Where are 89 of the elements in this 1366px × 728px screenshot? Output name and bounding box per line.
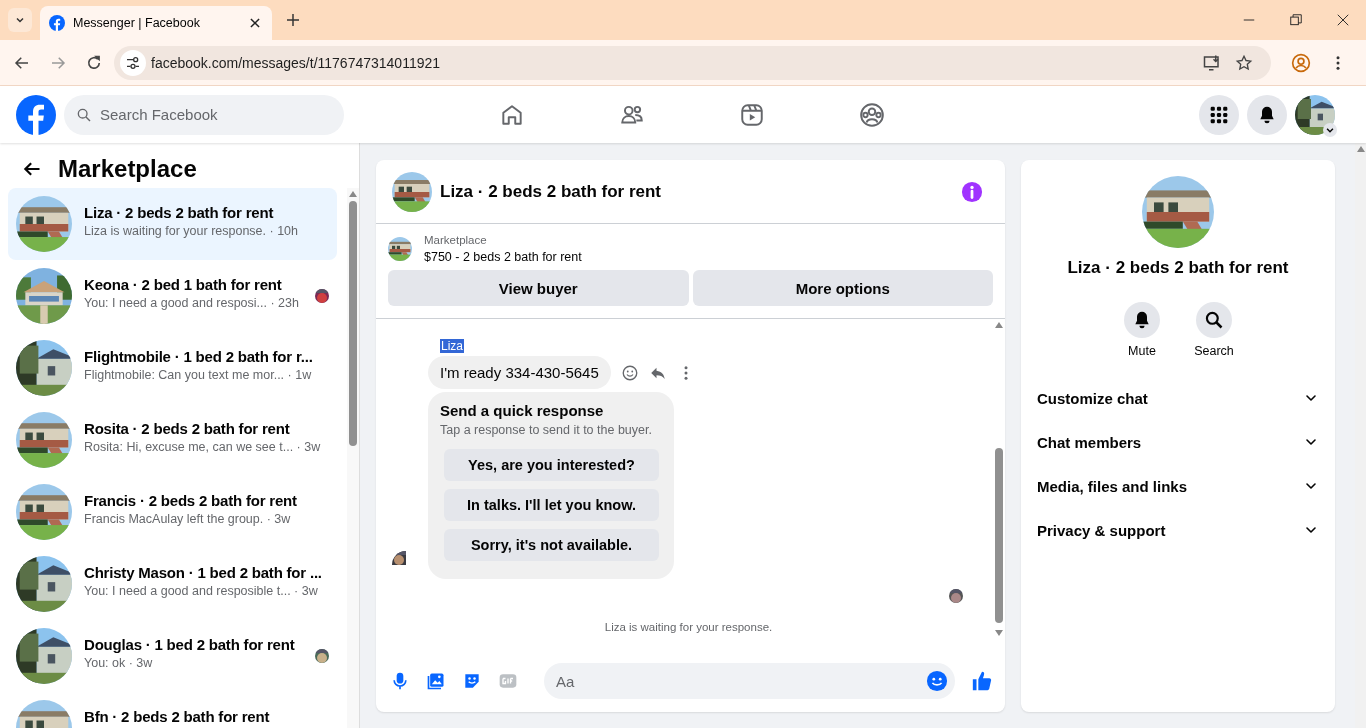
message-field[interactable]: Aa [544,663,955,699]
quick-reply-button[interactable]: In talks. I'll let you know. [444,489,659,521]
status-text: Liza is waiting for your response. [603,621,774,633]
conversation-item[interactable]: Flightmobile · 1 bed 2 bath for r... Flightmobile: Can you text me mor... · 1w [8,332,337,404]
message-bubble: I'm ready 334-430-5645 [428,356,611,389]
scroll-up-icon[interactable] [1356,146,1365,152]
conversation-preview: You: I need a good and resposible t... · 3w [84,584,319,598]
grid-icon [1209,104,1229,125]
scrollbar[interactable] [347,188,359,728]
photo-icon[interactable] [426,671,446,691]
conversation-preview: Flightmobile: Can you text me mor... · 1w [84,368,313,382]
listing-label: Marketplace [424,234,488,246]
close-icon[interactable] [248,16,262,30]
conversation-item[interactable]: Rosita · 2 beds 2 bath for rent Rosita: Hi, excuse me, can we see t... · 3w [8,404,337,476]
quick-reply-button[interactable]: Yes, are you interested? [444,449,659,481]
scroll-down-icon[interactable] [995,630,1003,636]
conversation-item[interactable]: Douglas · 1 bed 2 bath for rent You: ok · 3w [8,620,337,692]
quick-response-subtitle: Tap a response to send it to the buyer. [440,423,652,437]
thumbs-up-icon[interactable] [971,670,993,692]
address-bar[interactable]: facebook.com/messages/t/1176747314011921 [114,45,1271,80]
section-row[interactable]: Privacy & support [1037,508,1319,552]
quick-reply-button[interactable]: Sorry, it's not available. [444,529,659,561]
scroll-up-icon[interactable] [995,322,1003,328]
conversation-preview: You: I need a good and resposi... · 23h [84,296,300,310]
new-tab-icon[interactable] [285,12,301,28]
sliders-icon [125,54,141,71]
conversation-title: Liza · 2 beds 2 bath for rent [84,204,275,221]
conversation-item[interactable]: Keona · 2 bed 1 bath for rent You: I need a good and resposi... · 23h [8,260,337,332]
section-label: Chat members [1037,433,1142,451]
facebook-logo[interactable] [16,94,56,135]
scrollbar[interactable] [1355,143,1366,728]
action-button[interactable]: View buyer [388,270,689,306]
conversation-preview: You: ok · 3w [84,656,154,670]
menu-button[interactable] [1199,94,1239,135]
conversation-title: Francis · 2 beds 2 bath for rent [84,492,298,509]
sidebar-title: Marketplace [58,155,197,183]
search-field[interactable]: Search Facebook [64,94,344,135]
scroll-up-icon[interactable] [349,191,357,197]
caret-icon[interactable] [1323,122,1337,137]
notifications-button[interactable] [1247,94,1287,135]
conversation-preview: Liza is waiting for your response. · 10h [84,224,299,238]
search-icon [76,106,92,123]
conversation-item[interactable]: Bfn · 2 beds 2 bath for rent [8,692,337,728]
conversation-item[interactable]: Francis · 2 beds 2 bath for rent Francis MacAulay left the group. · 3w [8,476,337,548]
emoji-icon[interactable] [926,670,948,692]
details-title: Liza · 2 beds 2 bath for rent [1067,258,1289,278]
quick-response-title: Send a quick response [440,402,604,419]
section-label: Media, files and links [1037,477,1188,495]
microphone-icon[interactable] [390,671,410,691]
section-row[interactable]: Customize chat [1037,376,1319,420]
conversation-preview: Francis MacAulay left the group. · 3w [84,512,292,526]
conversation-title: Douglas · 1 bed 2 bath for rent [84,636,296,653]
sender-name: Liza [440,339,464,353]
conversation-title: Flightmobile · 1 bed 2 bath for r... [84,348,314,365]
close-icon[interactable] [1336,13,1350,27]
action-button[interactable]: More options [692,270,993,306]
profile-icon[interactable] [1291,52,1311,73]
conversation-title: Keona · 2 bed 1 bath for rent [84,276,283,293]
facebook-icon [49,15,65,31]
restore-icon[interactable] [1289,13,1303,27]
section-row[interactable]: Chat members [1037,420,1319,464]
conversation-item[interactable]: Christy Mason · 1 bed 2 bath for ... You: I need a good and resposible t... · 3w [8,548,337,620]
section-label: Customize chat [1037,389,1148,407]
conversation-title: Christy Mason · 1 bed 2 bath for ... [84,564,323,581]
action-label: Search [1194,344,1234,358]
conversation-title: Rosita · 2 beds 2 bath for rent [84,420,291,437]
video-icon[interactable] [739,101,765,128]
search-icon [1204,310,1224,330]
smiley-icon[interactable] [620,363,639,382]
scrollbar[interactable] [993,319,1005,656]
section-label: Privacy & support [1037,521,1166,539]
sticker-icon[interactable] [462,671,482,691]
groups-icon[interactable] [859,101,885,128]
url-text: facebook.com/messages/t/1176747314011921 [151,54,441,71]
info-icon[interactable] [961,180,983,203]
section-row[interactable]: Media, files and links [1037,464,1319,508]
site-settings-icon[interactable] [120,49,146,76]
chat-title: Liza · 2 beds 2 bath for rent [440,181,662,202]
conversation-item[interactable]: Liza · 2 beds 2 bath for rent Liza is waiting for your response. · 10h [8,188,337,260]
listing-title: $750 - 2 beds 2 bath for rent [424,250,582,264]
mute-button[interactable] [1124,302,1160,338]
install-icon[interactable] [1203,53,1221,72]
action-label: Mute [1128,344,1156,358]
search-button[interactable] [1196,302,1232,338]
conversation-preview: Rosita: Hi, excuse me, can we see t... · 3w [84,440,322,454]
browser-tab[interactable]: Messenger | Facebook [40,6,272,40]
conversation-title: Bfn · 2 beds 2 bath for rent [84,708,271,725]
star-icon[interactable] [1235,53,1253,72]
reload-icon[interactable] [85,53,103,72]
